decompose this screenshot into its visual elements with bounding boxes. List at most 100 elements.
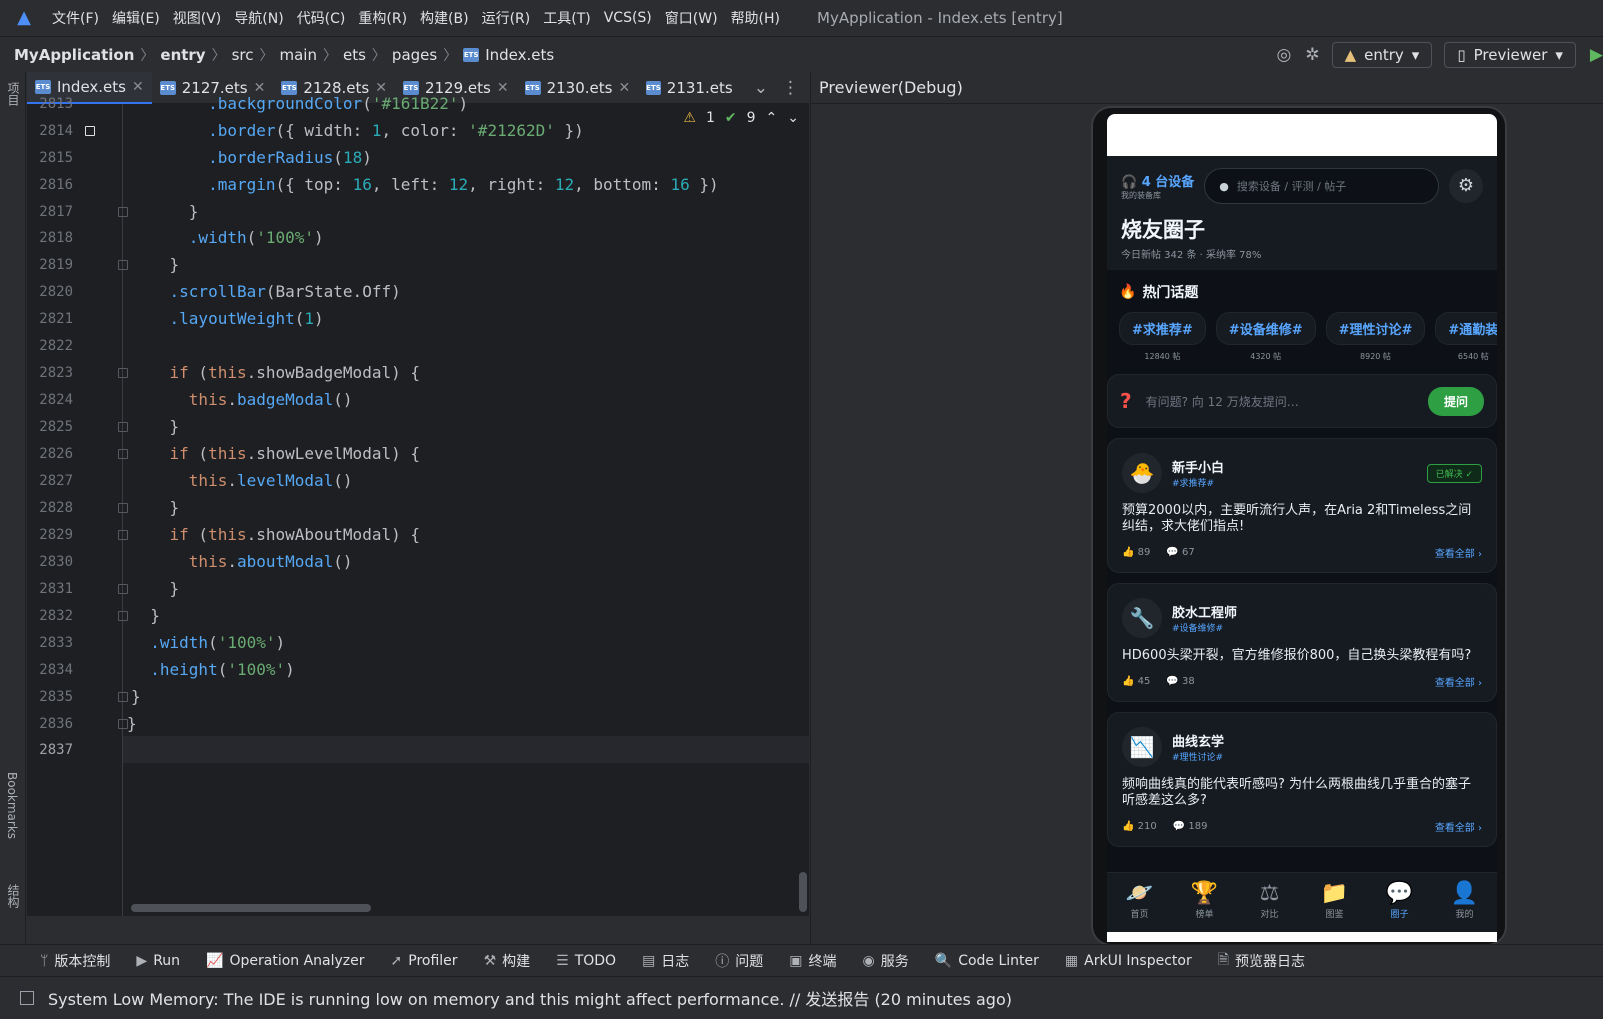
menu-code[interactable]: 代码(C) [297,8,346,28]
breadcrumb-file[interactable]: Index.ets [485,46,554,64]
tool-problems[interactable]: ⓘ 问题 [715,951,763,971]
nav-circle[interactable]: 💬 圈子 [1375,881,1425,932]
fold-marker[interactable] [118,692,128,702]
chevron-down-icon[interactable]: ⌄ [754,78,768,98]
menu-build[interactable]: 构建(B) [420,8,469,28]
breakpoint-marker[interactable] [85,126,95,136]
like-count[interactable]: 👍 89 [1122,547,1150,558]
menu-file[interactable]: 文件(F) [52,8,99,28]
gear-icon[interactable]: ⚙ [1449,169,1483,203]
tool-services[interactable]: ◉ 服务 [863,951,909,971]
menu-tools[interactable]: 工具(T) [543,8,590,28]
nav-home[interactable]: 🪐 首页 [1115,881,1165,932]
menu-view[interactable]: 视图(V) [173,8,222,28]
project-tool-window[interactable]: 项目 [5,82,22,106]
menu-window[interactable]: 窗口(W) [665,8,718,28]
ask-question-bar[interactable]: ? 有问题? 向 12 万烧友提问… 提问 [1107,374,1497,428]
ask-button[interactable]: 提问 [1427,386,1484,416]
nav-compare[interactable]: ⚖ 对比 [1245,881,1295,932]
view-all-link[interactable]: 查看全部 › [1435,545,1482,560]
tool-code-linter[interactable]: 🔍 Code Linter [935,953,1039,969]
menu-run[interactable]: 运行(R) [482,8,531,28]
inspection-widget[interactable]: ⚠ 1 ✔ 9 ⌃ ⌄ [683,110,799,126]
chevron-up-icon[interactable]: ⌃ [766,110,778,126]
nav-me[interactable]: 👤 我的 [1440,881,1490,932]
tool-version-control[interactable]: ᛘ 版本控制 [40,951,110,971]
topic-chip[interactable]: #设备维修# 4320 帖 [1215,312,1316,362]
topic-chip[interactable]: #理性讨论# 8920 帖 [1325,312,1426,362]
menu-edit[interactable]: 编辑(E) [112,8,160,28]
horizontal-scrollbar[interactable] [131,904,371,912]
post-card[interactable]: 🔧 胶水工程师 #设备维修# HD600头梁开裂，官方维修报价800，自己换头梁… [1107,583,1497,702]
tool-operation-analyzer[interactable]: 📈 Operation Analyzer [206,953,364,969]
fold-marker[interactable] [118,611,128,621]
tool-terminal[interactable]: ▣ 终端 [789,951,836,971]
device-library[interactable]: 🎧 4 台设备 我的装备库 [1121,171,1194,201]
tool-build[interactable]: ⚒ 构建 [484,951,531,971]
tool-log[interactable]: ▤ 日志 [642,951,689,971]
menu-help[interactable]: 帮助(H) [731,8,780,28]
close-icon[interactable]: ✕ [132,79,144,95]
post-card[interactable]: 🐣 新手小白 #求推荐# 已解决 ✓ 预算2000以内，主要听流行人声，在Ari… [1107,438,1497,573]
tool-run[interactable]: ▶ Run [136,953,180,969]
menu-navigate[interactable]: 导航(N) [234,8,283,28]
like-count[interactable]: 👍 45 [1122,676,1150,687]
fold-marker[interactable] [118,422,128,432]
fire-icon: 🔥 [1119,284,1137,300]
menu-refactor[interactable]: 重构(R) [358,8,407,28]
comment-count[interactable]: 💬 67 [1166,547,1194,558]
fold-marker[interactable] [118,503,128,513]
code-editor[interactable]: 2813 2814 2815 2816 2817 2818 2819 2820 … [27,94,809,916]
like-count[interactable]: 👍 210 [1122,821,1157,832]
phone-frame: 🎧 4 台设备 我的装备库 ● 搜索设备 / 评测 / 帖子 ⚙ 烧友圈子 今日新… [1091,106,1507,946]
breadcrumb-ets[interactable]: ets [343,46,366,64]
structure-tool-window[interactable]: 结构 [5,884,22,908]
fold-marker[interactable] [118,207,128,217]
tab-2130-ets[interactable]: ETS 2130.ets ✕ [517,72,639,104]
post-card[interactable]: 📉 曲线玄学 #理性讨论# 频响曲线真的能代表听感吗? 为什么两根曲线几乎重合的… [1107,712,1497,847]
run-icon[interactable]: ▶ [1590,45,1603,65]
breadcrumb-module[interactable]: entry [160,46,205,64]
tool-profiler[interactable]: ➚ Profiler [391,953,458,969]
tool-arkui-inspector[interactable]: ▦ ArkUI Inspector [1065,953,1192,969]
breadcrumb-pages[interactable]: pages [392,46,437,64]
chevron-down-icon[interactable]: ⌄ [787,110,799,126]
target-icon[interactable]: ◎ [1276,45,1291,65]
phone-screen[interactable]: 🎧 4 台设备 我的装备库 ● 搜索设备 / 评测 / 帖子 ⚙ 烧友圈子 今日新… [1107,114,1497,942]
fold-marker[interactable] [118,584,128,594]
nav-catalog[interactable]: 📁 图鉴 [1310,881,1360,932]
tool-previewer-log[interactable]: 🗎 预览器日志 [1218,949,1305,973]
fold-marker[interactable] [118,368,128,378]
comment-count[interactable]: 💬 189 [1173,821,1208,832]
breadcrumb-src[interactable]: src [232,46,254,64]
close-icon[interactable]: ✕ [497,80,509,96]
view-all-link[interactable]: 查看全部 › [1435,674,1482,689]
fold-marker[interactable] [118,260,128,270]
fold-marker[interactable] [118,449,128,459]
topic-chip[interactable]: #通勤装 6540 帖 [1435,312,1497,362]
tool-label: Profiler [408,952,458,969]
fold-marker[interactable] [118,530,128,540]
bookmarks-tool-window[interactable]: Bookmarks [5,772,19,839]
breadcrumb-main[interactable]: main [280,46,317,64]
breadcrumb-project[interactable]: MyApplication [14,46,134,64]
document-icon: 🗎 [1217,951,1229,968]
tab-2131-ets[interactable]: ETS 2131.ets [638,72,738,104]
square-icon[interactable] [20,991,34,1005]
topic-chip[interactable]: #求推荐# 12840 帖 [1119,312,1206,362]
view-all-link[interactable]: 查看全部 › [1435,819,1482,834]
search-input[interactable]: ● 搜索设备 / 评测 / 帖子 [1204,168,1439,204]
headphone-icon: 🎧 [1121,175,1138,190]
code-line: .layoutWeight(1) [169,309,324,328]
comment-count[interactable]: 💬 38 [1166,676,1194,687]
run-config-select[interactable]: ▯ Previewer ▾ [1444,41,1576,68]
module-select[interactable]: ▲ entry ▾ [1331,41,1433,68]
close-icon[interactable]: ✕ [618,80,630,96]
bug-icon[interactable]: ✲ [1305,45,1319,65]
tool-todo[interactable]: ☰ TODO [556,953,616,969]
vertical-scrollbar[interactable] [799,872,807,912]
nav-ranking[interactable]: 🏆 榜单 [1180,881,1230,932]
status-message[interactable]: System Low Memory: The IDE is running lo… [48,986,1012,1010]
more-vertical-icon[interactable]: ⋮ [782,78,799,98]
menu-vcs[interactable]: VCS(S) [604,10,652,26]
